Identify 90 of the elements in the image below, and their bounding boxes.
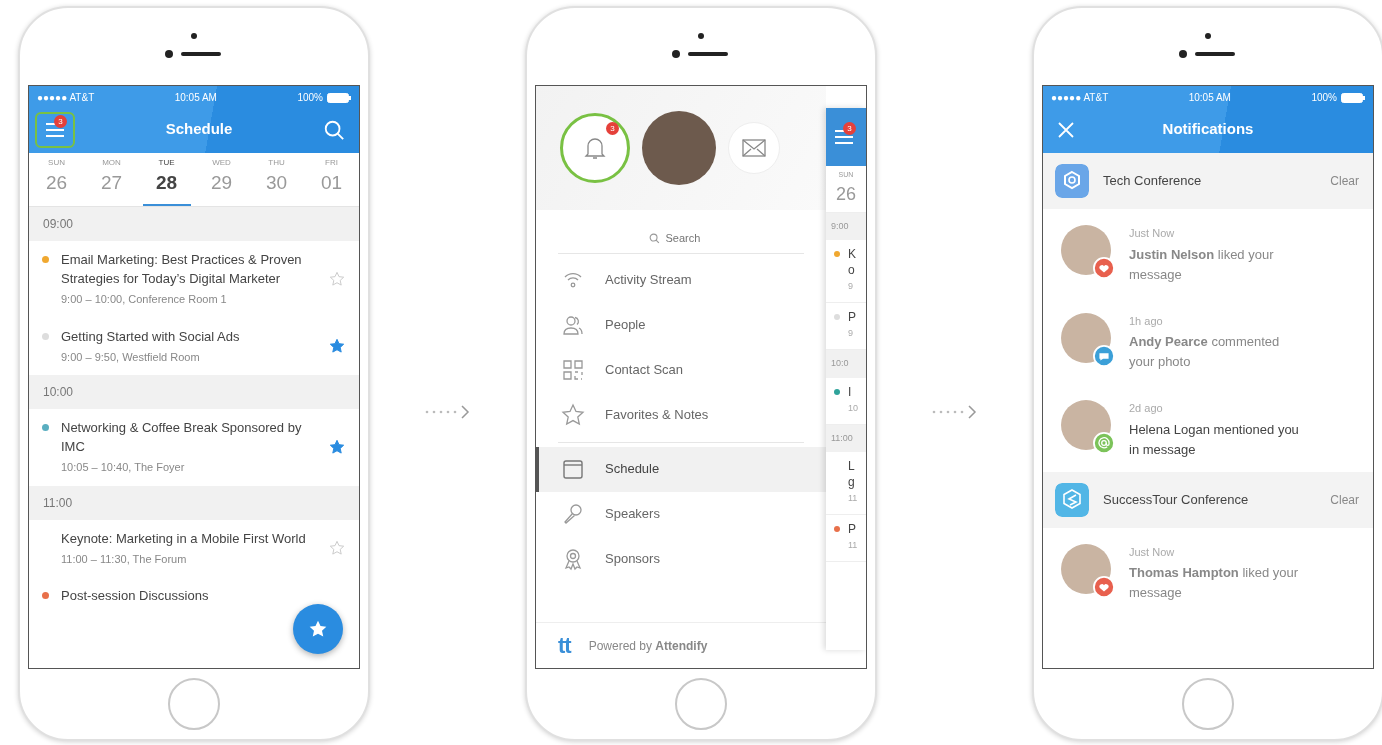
menu-item[interactable]: Schedule [536,446,826,492]
carrier-label: ●●●●● AT&T [37,91,95,105]
preview-text: 9:00 [826,212,866,240]
battery-icon [1341,92,1365,103]
preview-text: K [848,246,857,262]
time-header: 10:00 [29,375,359,409]
notification-text: Andy Pearce commented your photo [1129,333,1281,371]
menu-item[interactable]: Contact Scan [536,347,826,393]
preview-text: I [848,383,853,400]
grid-icon [561,358,585,382]
search-icon [648,232,660,244]
search-icon[interactable] [323,118,345,141]
notification-time: 2d ago [1129,401,1164,416]
time-header: 09:00 [29,207,359,241]
calendar-icon [561,457,585,481]
conference-name: SuccessTour Conference [1103,490,1249,509]
notifications-button[interactable]: 3 [560,113,630,183]
speech-bubble-icon [1093,344,1115,367]
preview-text: 9 [848,280,854,293]
preview-text: 10:0 [826,350,866,378]
favorite-button[interactable] [293,604,343,654]
search-field[interactable]: Search [665,230,714,247]
home-button[interactable] [675,678,727,730]
status-time: 10:05 AM [1188,91,1231,105]
session-details: 9:00 – 9:50, Westfield Room [61,349,201,365]
notification-text: Helena Logan mentioned you in message [1129,420,1299,459]
menu-item[interactable]: Favorites & Notes [536,392,826,438]
people-icon [561,313,585,337]
dotted-arrow-icon [930,404,979,420]
home-button[interactable] [168,678,220,730]
session-title[interactable]: Post-session Discussions [61,586,317,605]
preview-text: 9 [848,327,854,340]
menu-button[interactable]: 3 [35,111,75,148]
day-tab[interactable]: THU 30 [252,153,301,206]
conference-name: Tech Conference [1103,172,1202,191]
close-icon[interactable] [1057,120,1075,139]
preview-text: L [848,458,856,474]
notification-badge: 3 [54,114,67,128]
session-title[interactable]: Networking & Coffee Break Sponsored by IMC [61,418,317,456]
brand-logo: tt [558,632,571,660]
preview-text: 11:00 [826,424,866,452]
session-title[interactable]: Keynote: Marketing in a Mobile First World [61,528,317,548]
messages-button[interactable] [728,122,780,174]
preview-text: 10 [848,401,859,415]
preview-text: 26 [836,182,856,206]
preview-text: 11 [848,492,859,505]
session-details: 9:00 – 10:00, Conference Room 1 [61,292,228,307]
status-time: 10:05 AM [174,91,217,105]
bell-icon [583,135,607,161]
menu-item[interactable]: Activity Stream [536,257,826,303]
clear-button[interactable]: Clear [1330,490,1359,509]
preview-text: P [848,309,857,325]
carrier-label: ●●●●● AT&T [1051,91,1109,105]
notification-text: Thomas Hampton liked your message [1129,564,1299,602]
preview-text: g [848,474,856,490]
time-header: 11:00 [29,485,359,520]
battery-label: 100% [1311,91,1337,105]
notification-text: Justin Nelson liked your message [1129,245,1275,284]
star-icon [561,403,585,427]
star-icon[interactable] [329,540,345,557]
session-details: 10:05 – 10:40, The Foyer [61,460,186,475]
clear-button[interactable]: Clear [1330,172,1359,190]
dotted-arrow-icon [423,404,472,420]
preview-text: 11 [848,539,859,552]
notification-time: Just Now [1129,544,1176,560]
star-icon[interactable] [329,271,345,288]
star-icon [308,619,328,639]
menu-item[interactable]: Speakers [536,491,826,537]
battery-label: 100% [297,91,323,105]
envelope-icon [742,139,766,157]
notification-time: 1h ago [1129,313,1164,329]
notification-time: Just Now [1129,226,1176,241]
menu-icon [834,129,854,145]
preview-text: o [848,262,856,278]
at-sign-icon [1093,432,1115,454]
menu-item[interactable]: People [536,302,826,348]
notification-badge: 3 [606,122,619,135]
session-title[interactable]: Email Marketing: Best Practices & Proven Strategies for Today’s Digital Marketer [61,250,317,288]
home-button[interactable] [1182,678,1234,730]
session-title[interactable]: Getting Started with Social Ads [61,326,317,346]
star-icon[interactable] [329,338,345,355]
session-details: 11:00 – 11:30, The Forum [61,551,188,567]
screen-title: Notifications [1162,119,1254,140]
notification-badge: 3 [843,122,856,135]
preview-text: P [848,521,857,537]
battery-icon [327,92,351,103]
star-icon[interactable] [329,439,345,456]
screen-title: Schedule [165,119,233,140]
menu-item[interactable]: Sponsors [536,536,826,582]
powered-by-text: Powered by Attendify [588,637,708,655]
